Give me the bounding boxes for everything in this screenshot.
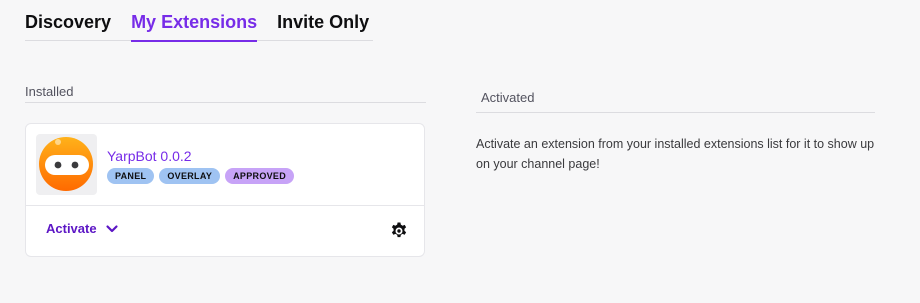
yarpbot-logo-icon [36, 134, 97, 195]
activate-button-label: Activate [46, 221, 97, 236]
extensions-tab-bar: Discovery My Extensions Invite Only [25, 0, 373, 42]
badge-overlay: OVERLAY [159, 168, 221, 184]
activated-section-title: Activated [476, 90, 875, 113]
tab-invite-only[interactable]: Invite Only [277, 0, 369, 41]
activate-dropdown-button[interactable]: Activate [46, 221, 119, 236]
badge-approved: APPROVED [225, 168, 295, 184]
extension-card-header: YarpBot 0.0.2 PANEL OVERLAY APPROVED [26, 124, 424, 206]
gear-icon[interactable] [389, 221, 409, 241]
installed-section-title: Installed [25, 84, 426, 103]
extension-card-footer: Activate [26, 206, 424, 256]
tab-discovery[interactable]: Discovery [25, 0, 111, 41]
activated-empty-message: Activate an extension from your installe… [476, 137, 875, 171]
extension-name-link[interactable]: YarpBot 0.0.2 [107, 148, 192, 164]
chevron-down-icon [105, 224, 118, 232]
extension-badges: PANEL OVERLAY APPROVED [107, 168, 295, 184]
extension-card: YarpBot 0.0.2 PANEL OVERLAY APPROVED Act… [25, 123, 425, 257]
tab-my-extensions[interactable]: My Extensions [131, 0, 258, 42]
badge-panel: PANEL [107, 168, 155, 184]
